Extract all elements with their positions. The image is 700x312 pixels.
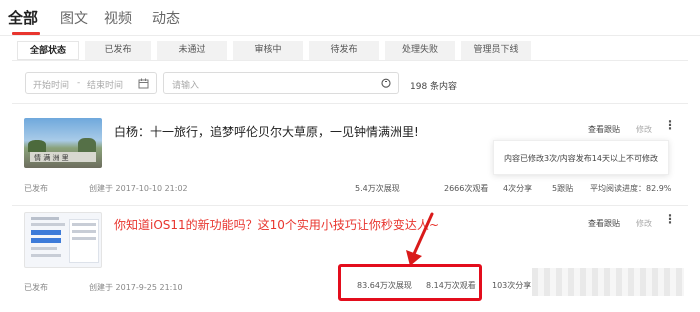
- article-thumbnail[interactable]: [24, 212, 102, 268]
- filter-tab-all-status[interactable]: 全部状态: [17, 41, 79, 60]
- end-date-placeholder: 结束时间: [87, 81, 124, 91]
- stat-impressions: 5.4万次展现: [355, 184, 400, 193]
- edit-tooltip: 内容已修改3次/内容发布14天以上不可修改: [493, 140, 669, 175]
- highlight-box: [338, 264, 482, 301]
- more-icon[interactable]: ⋮: [664, 119, 676, 131]
- tab-all[interactable]: 全部: [8, 7, 38, 28]
- tab-article[interactable]: 图文: [60, 8, 88, 28]
- stat-read-progress: 平均阅读进度：82.9%: [590, 184, 672, 193]
- keyword-search-input[interactable]: 请输入: [163, 72, 399, 94]
- stat-comments: 5跟贴: [552, 184, 574, 193]
- filter-tab-reviewing[interactable]: 审核中: [233, 41, 303, 60]
- date-separator: -: [77, 78, 81, 88]
- filter-tab-published[interactable]: 已发布: [85, 41, 151, 60]
- keyword-placeholder: 请输入: [172, 81, 200, 91]
- top-divider: [0, 35, 700, 36]
- arrow-annotation: [406, 212, 434, 266]
- filter-tab-admin-offline[interactable]: 管理员下线: [461, 41, 531, 60]
- tab-video[interactable]: 视频: [104, 8, 132, 28]
- calendar-icon[interactable]: [138, 78, 149, 89]
- article-status: 已发布: [24, 184, 48, 193]
- filter-tab-rejected[interactable]: 未通过: [157, 41, 227, 60]
- blurred-stats: [532, 268, 684, 296]
- search-icon[interactable]: [381, 78, 392, 89]
- start-date-placeholder: 开始时间: [33, 81, 70, 91]
- filter-tab-failed[interactable]: 处理失败: [385, 41, 455, 60]
- edit-link[interactable]: 修改: [636, 124, 652, 135]
- stat-shares: 4次分享: [503, 184, 533, 193]
- edit-link[interactable]: 修改: [636, 218, 652, 229]
- row-divider: [12, 205, 688, 206]
- more-icon[interactable]: ⋮: [664, 213, 676, 225]
- filter-divider: [12, 60, 688, 61]
- article-created-time: 创建于 2017-9-25 21:10: [89, 283, 183, 292]
- search-divider: [12, 103, 688, 104]
- filter-tab-pending[interactable]: 待发布: [309, 41, 379, 60]
- article-status: 已发布: [24, 283, 48, 292]
- stat-views: 2666次观看: [444, 184, 489, 193]
- view-comments-link[interactable]: 查看跟贴: [588, 124, 620, 135]
- stat-shares: 103次分享: [492, 281, 532, 290]
- tab-moments[interactable]: 动态: [152, 8, 180, 28]
- article-thumbnail[interactable]: 情 满 洲 里: [24, 118, 102, 168]
- thumbnail-caption: 情 满 洲 里: [34, 154, 69, 162]
- result-count: 198 条内容: [410, 82, 458, 92]
- article-title[interactable]: 你知道iOS11的新功能吗？这10个实用小技巧让你秒变达人~: [114, 216, 439, 233]
- view-comments-link[interactable]: 查看跟贴: [588, 218, 620, 229]
- date-range-picker[interactable]: 开始时间 - 结束时间: [25, 72, 157, 94]
- article-title[interactable]: 白杨：十一旅行，追梦呼伦贝尔大草原，一见钟情满洲里!: [114, 123, 419, 140]
- article-created-time: 创建于 2017-10-10 21:02: [89, 184, 188, 193]
